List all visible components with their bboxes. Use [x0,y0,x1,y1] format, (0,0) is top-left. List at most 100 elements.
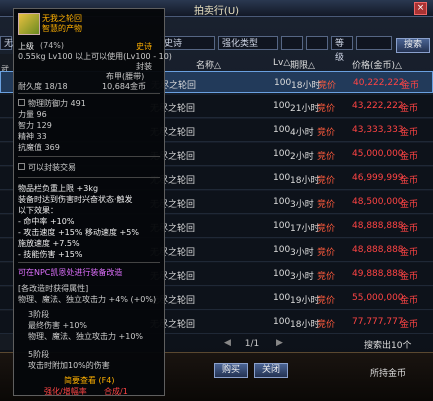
tradable-label: 可以封装交易 [28,163,76,172]
auction-window: 拍卖行(U) × 武 防 无 史诗 强化类型 等级 搜索 名称△ Lv△ 期限△… [0,0,433,401]
durability: 耐久度 18/18 [18,82,68,91]
item-time: 2小时 [290,152,314,162]
bid-label: 竞价 [317,128,336,138]
item-time: 3小时 [290,272,314,282]
currency-label: 金币 [400,296,419,306]
filter-field-4[interactable] [281,36,303,50]
currency-label: 金币 [400,272,419,282]
item-price: 46,999,999 [352,173,404,183]
footer-left: 强化/增幅率 [44,387,87,396]
item-price: 49,888,888 [352,269,404,279]
grade-percent: (74%) [40,41,65,50]
currency-label: 金币 [400,248,419,258]
item-price: 48,500,000 [352,197,404,207]
stat-int: 智力 129 [18,121,52,130]
item-time: 19小时 [290,296,320,306]
set-line: 攻击时附加10%的伤害 [28,361,110,370]
bonus-line: 以下效果： [18,206,58,215]
header-period[interactable]: 期限△ [290,58,315,71]
item-level: 100 [273,221,291,231]
stat-str: 力量 96 [18,110,47,119]
item-price: 45,000,000 [352,149,404,159]
set-title: [各改造时获得属性] [18,284,89,293]
bonus-line: 装备时达到伤害时兴奋状态·触发 [18,195,133,204]
bid-label: 竞价 [317,272,336,282]
item-time: 3小时 [290,248,314,258]
item-price: 43,333,333 [352,125,404,135]
set-line: 物理、魔法、独立攻击力 +4% (+0%) [18,295,157,304]
currency-label: 金币 [400,104,419,114]
item-time: 3小时 [290,200,314,210]
bonus-line: 物品栏负重上限 +3kg [18,184,99,193]
item-price: 43,222,222 [352,101,404,111]
bid-label: 竞价 [317,248,336,258]
header-price[interactable]: 价格(金币)△ [352,58,402,71]
search-button[interactable]: 搜索 [396,38,430,53]
set-line: 最终伤害 +10% [28,321,88,330]
bid-label: 竞价 [318,81,337,91]
item-level: 100 [273,269,291,279]
currency-label: 金币 [401,81,420,91]
bonus-line: - 技能伤害 +15% [18,250,83,259]
item-time: 18小时 [290,320,320,330]
stat-resist: 抗魔值 369 [18,143,60,152]
currency-label: 金币 [400,176,419,186]
set-line: 物理、魔法、独立攻击力 +10% [28,332,144,341]
filter-field-6[interactable] [356,36,392,50]
stage-label: 5阶段 [28,350,50,359]
currency-label: 金币 [400,152,419,162]
bid-label: 竞价 [317,176,336,186]
currency-label: 金币 [400,224,419,234]
item-icon [18,13,40,35]
separator [18,262,160,263]
stage-label: 3阶段 [28,310,50,319]
item-price: 48,888,888 [352,221,404,231]
stat-pdef: 物理防御力 491 [28,99,86,108]
header-level[interactable]: Lv△ [273,58,290,68]
bid-label: 竞价 [317,320,336,330]
enhance-type-select[interactable]: 强化类型 [218,36,278,50]
separator [18,156,160,157]
close-button[interactable]: 关闭 [254,363,288,378]
item-time: 17小时 [290,224,320,234]
stat-icon [18,99,25,106]
item-level: 100 [274,78,292,88]
bonus-line: - 命中率 +10% [18,217,75,226]
bonus-line: 施放速度 +7.5% [18,239,80,248]
currency-label: 金币 [400,320,419,330]
item-level: 100 [273,197,291,207]
level-field[interactable]: 等级 [331,36,353,63]
item-level: 100 [273,293,291,303]
bid-label: 竞价 [317,104,336,114]
item-tooltip: 无我之轮回 智慧的产物 上级 (74%) 史诗 0.55kg Lv100 以上可… [13,8,172,396]
item-time: 21小时 [290,104,320,114]
category-field[interactable]: 无 [0,36,13,50]
next-page-icon[interactable]: ▶ [276,338,286,350]
page-indicator: 1/1 [244,339,260,349]
item-price: 55,000,000 [352,293,404,303]
currency-label: 金币 [400,128,419,138]
item-time: 18小时 [291,81,321,91]
header-name[interactable]: 名称△ [196,58,221,71]
sell-price: 10,684金币 [102,82,146,91]
bid-label: 竞价 [317,224,336,234]
footer-hint: 简要查看 (F4) [64,376,115,385]
bid-label: 竞价 [317,296,336,306]
close-icon[interactable]: × [414,2,427,15]
item-price: 40,222,222 [353,78,405,88]
item-level: 100 [273,101,291,111]
item-time: 18小时 [290,176,320,186]
item-level: 100 [273,245,291,255]
footer-right: 合成/1 [104,387,128,396]
stat-spirit: 精神 33 [18,132,47,141]
gold-label: 所持金币 [370,369,407,379]
rarity-select[interactable]: 史诗 [160,36,215,50]
item-price: 48,888,888 [352,245,404,255]
buy-button[interactable]: 购买 [214,363,248,378]
filter-field-5[interactable] [306,36,328,50]
upgrade-notice: 可在NPC凯恩处进行装备改造 [18,268,123,277]
item-time: 4小时 [290,128,314,138]
item-level: 100 [273,317,291,327]
item-level: 100 [273,149,291,159]
bid-label: 竞价 [317,152,336,162]
